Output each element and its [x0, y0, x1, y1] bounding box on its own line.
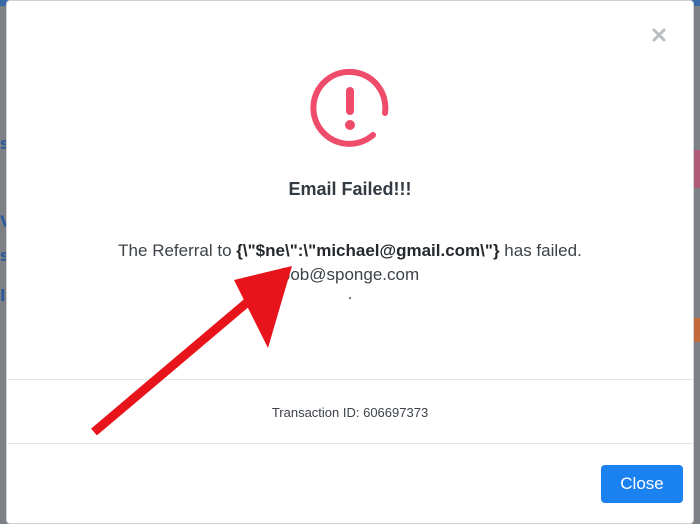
close-icon[interactable]	[651, 27, 667, 43]
divider	[7, 379, 693, 380]
dialog-message: The Referral to {\"$ne\":\"michael@gmail…	[7, 239, 693, 303]
email-failed-dialog: Email Failed!!! The Referral to {\"$ne\"…	[6, 0, 694, 524]
message-suffix: has failed.	[499, 241, 582, 260]
message-dot: .	[347, 284, 353, 303]
message-email: bob@sponge.com	[280, 265, 420, 284]
message-recipient: {\"$ne\":\"michael@gmail.com\"}	[236, 241, 500, 260]
exclamation-circle-icon	[309, 67, 391, 149]
message-prefix: The Referral to	[118, 241, 237, 260]
divider	[7, 443, 693, 444]
transaction-id: Transaction ID: 606697373	[271, 405, 429, 420]
close-button[interactable]: Close	[601, 465, 683, 503]
dialog-title: Email Failed!!!	[288, 179, 412, 199]
